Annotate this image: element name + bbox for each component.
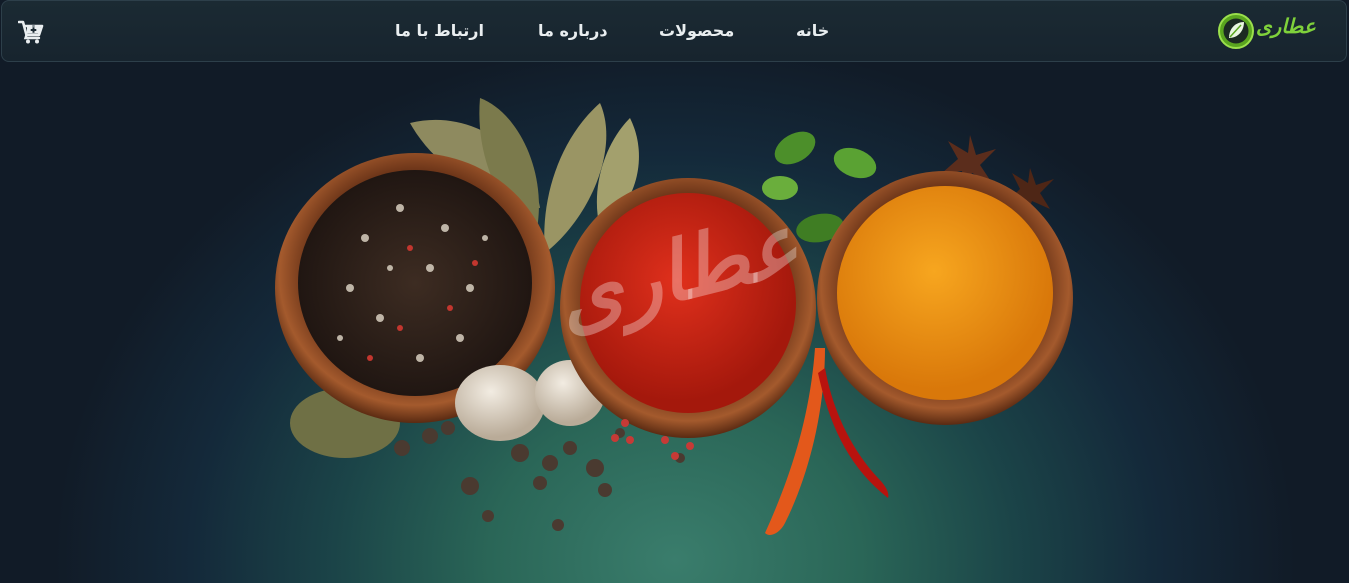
nutmeg (455, 365, 545, 441)
nav-link-home[interactable]: خانه (796, 21, 829, 40)
logo-text[interactable]: عطاری (1256, 14, 1316, 38)
leaf-icon[interactable] (1217, 11, 1255, 51)
page: ارتباط با ما درباره ما محصولات خانه عطار… (0, 0, 1349, 583)
nav-link-products[interactable]: محصولات (659, 21, 734, 40)
cart-plus-icon[interactable] (18, 19, 44, 45)
turmeric-bowl (817, 171, 1073, 425)
nav-link-about[interactable]: درباره ما (538, 21, 608, 40)
nav-link-contact[interactable]: ارتباط با ما (395, 21, 484, 40)
navbar: ارتباط با ما درباره ما محصولات خانه (1, 0, 1347, 62)
scattered-peppercorns (394, 421, 685, 531)
